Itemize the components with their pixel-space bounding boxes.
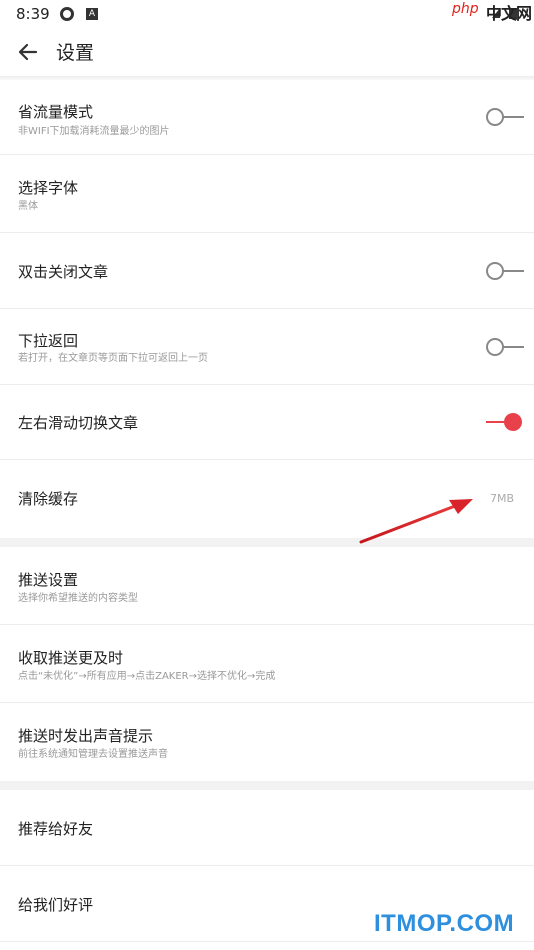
setting-subtitle: 非WIFI下加载消耗流量最少的图片 — [18, 126, 170, 137]
back-arrow-icon[interactable] — [12, 36, 44, 68]
annotation-arrow-icon — [359, 499, 473, 544]
setting-title: 推荐给好友 — [18, 820, 94, 838]
app-notification-icon: A — [86, 8, 98, 20]
setting-title: 清除缓存 — [18, 490, 79, 508]
double-tap-close-toggle[interactable] — [484, 259, 526, 283]
site-watermark: ITMOP.COM — [374, 910, 515, 937]
setting-font[interactable]: 选择字体 黑体 — [0, 155, 534, 233]
setting-title: 推送设置 — [18, 571, 79, 589]
page-title: 设置 — [56, 42, 95, 64]
setting-push-timely[interactable]: 收取推送更及时 点击“未优化”→所有应用→点击ZAKER→选择不优化→完成 — [0, 625, 534, 703]
setting-subtitle: 若打开，在文章页等页面下拉可返回上一页 — [18, 353, 208, 364]
sync-icon — [60, 7, 74, 21]
setting-data-saver[interactable]: 省流量模式 非WIFI下加载消耗流量最少的图片 — [0, 80, 534, 155]
setting-title: 给我们好评 — [18, 896, 94, 914]
setting-title: 左右滑动切换文章 — [18, 414, 139, 432]
setting-title: 双击关闭文章 — [18, 263, 109, 281]
section-gap — [0, 781, 534, 790]
swipe-switch-toggle[interactable] — [484, 410, 526, 434]
setting-push[interactable]: 推送设置 选择你希望推送的内容类型 — [0, 547, 534, 625]
setting-subtitle: 点击“未优化”→所有应用→点击ZAKER→选择不优化→完成 — [18, 671, 276, 682]
setting-title: 推送时发出声音提示 — [18, 727, 154, 745]
setting-subtitle: 前往系统通知管理去设置推送声音 — [18, 749, 168, 760]
setting-subtitle: 黑体 — [18, 201, 38, 212]
app-bar: 设置 — [0, 28, 534, 76]
status-time: 8:39 — [16, 5, 50, 23]
setting-pull-to-return[interactable]: 下拉返回 若打开，在文章页等页面下拉可返回上一页 — [0, 309, 534, 385]
setting-title: 下拉返回 — [18, 332, 79, 350]
setting-double-tap-close[interactable]: 双击关闭文章 — [0, 233, 534, 309]
setting-subtitle: 选择你希望推送的内容类型 — [18, 593, 138, 604]
php-logo-text: php — [452, 1, 479, 17]
pull-to-return-toggle[interactable] — [484, 335, 526, 359]
setting-recommend[interactable]: 推荐给好友 — [0, 790, 534, 866]
php-watermark-logo: php 中文网 — [452, 0, 534, 26]
setting-title: 省流量模式 — [18, 103, 94, 121]
setting-swipe-switch[interactable]: 左右滑动切换文章 — [0, 385, 534, 460]
cache-size-value: 7MB — [489, 492, 514, 505]
data-saver-toggle[interactable] — [484, 105, 526, 129]
php-logo-cn-text: 中文网 — [486, 4, 532, 23]
setting-push-sound[interactable]: 推送时发出声音提示 前往系统通知管理去设置推送声音 — [0, 703, 534, 781]
setting-title: 选择字体 — [18, 179, 79, 197]
setting-title: 收取推送更及时 — [18, 649, 124, 667]
